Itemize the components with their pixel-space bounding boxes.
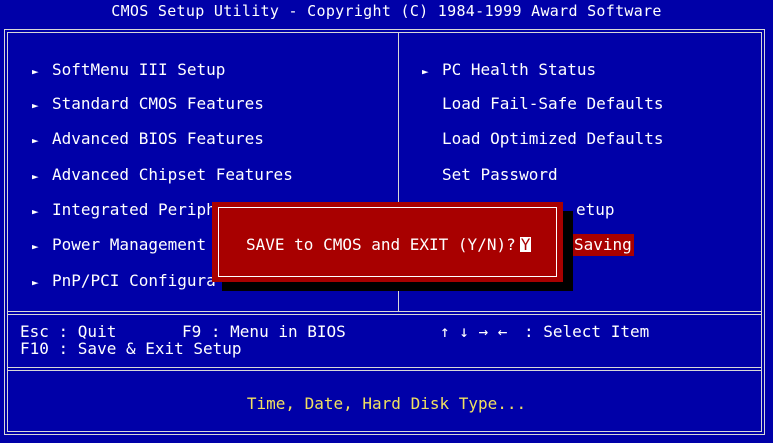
menu-item-label: PnP/PCI Configura: [52, 271, 216, 290]
submenu-arrow-icon: ►: [32, 134, 39, 147]
menu-item-load-fail-safe[interactable]: Load Fail-Safe Defaults: [442, 93, 664, 115]
dialog-prompt-row: SAVE to CMOS and EXIT (Y/N)? Y: [246, 235, 532, 254]
menu-item-label: SoftMenu III Setup: [52, 60, 226, 79]
menu-item-pc-health[interactable]: ► PC Health Status: [422, 59, 596, 81]
help-arrow-keys: ↑ ↓ → ←: [440, 322, 508, 341]
menu-item-power-management[interactable]: ► Power Management: [32, 234, 206, 256]
help-select-item: : Select Item: [524, 322, 650, 341]
menu-item-label: PC Health Status: [442, 60, 597, 79]
menu-item-label: Integrated Periph: [52, 200, 216, 219]
menu-item-label: Standard CMOS Features: [52, 94, 264, 113]
menu-item-label: Power Management: [52, 235, 207, 254]
submenu-arrow-icon: ►: [32, 170, 39, 183]
menu-item-label: etup: [576, 200, 615, 219]
menu-item-label: Load Optimized Defaults: [442, 129, 664, 148]
menu-item-softmenu[interactable]: ► SoftMenu III Setup: [32, 59, 225, 81]
submenu-arrow-icon: ►: [32, 99, 39, 112]
help-bottom-divider-inner: [7, 370, 762, 371]
menu-item-standard-cmos[interactable]: ► Standard CMOS Features: [32, 93, 264, 115]
save-exit-dialog: SAVE to CMOS and EXIT (Y/N)? Y: [212, 202, 563, 282]
menu-item-load-optimized[interactable]: Load Optimized Defaults: [442, 128, 664, 150]
submenu-arrow-icon: ►: [32, 205, 39, 218]
help-f10: F10 : Save & Exit Setup: [20, 339, 242, 358]
menu-item-advanced-chipset[interactable]: ► Advanced Chipset Features: [32, 164, 293, 186]
dialog-prompt: SAVE to CMOS and EXIT (Y/N)?: [246, 235, 516, 254]
menu-bottom-divider-outer: [7, 311, 762, 312]
status-text: Time, Date, Hard Disk Type...: [246, 394, 527, 413]
menu-item-label: Load Fail-Safe Defaults: [442, 94, 664, 113]
menu-item-pnp-pci[interactable]: ► PnP/PCI Configura: [32, 270, 216, 292]
menu-item-set-password[interactable]: Set Password: [442, 164, 558, 186]
submenu-arrow-icon: ►: [422, 65, 429, 78]
menu-item-label: Set Password: [442, 165, 558, 184]
help-bottom-divider-outer: [7, 367, 762, 368]
menu-item-advanced-bios[interactable]: ► Advanced BIOS Features: [32, 128, 264, 150]
window-title: CMOS Setup Utility - Copyright (C) 1984-…: [111, 2, 662, 20]
menu-item-label: Advanced BIOS Features: [52, 129, 264, 148]
confirm-input[interactable]: Y: [519, 237, 532, 253]
submenu-arrow-icon: ►: [32, 240, 39, 253]
submenu-arrow-icon: ►: [32, 65, 39, 78]
help-f9: F9 : Menu in BIOS: [182, 322, 346, 341]
menu-item-exit-without-saving[interactable]: Saving: [570, 234, 634, 256]
menu-item-save-exit-setup[interactable]: etup: [576, 199, 615, 221]
help-esc: Esc : Quit: [20, 322, 117, 341]
menu-item-integrated-peripherals[interactable]: ► Integrated Periph: [32, 199, 216, 221]
menu-bottom-divider-inner: [7, 314, 762, 315]
menu-item-label: Advanced Chipset Features: [52, 165, 293, 184]
submenu-arrow-icon: ►: [32, 276, 39, 289]
menu-item-label: Saving: [574, 235, 632, 254]
